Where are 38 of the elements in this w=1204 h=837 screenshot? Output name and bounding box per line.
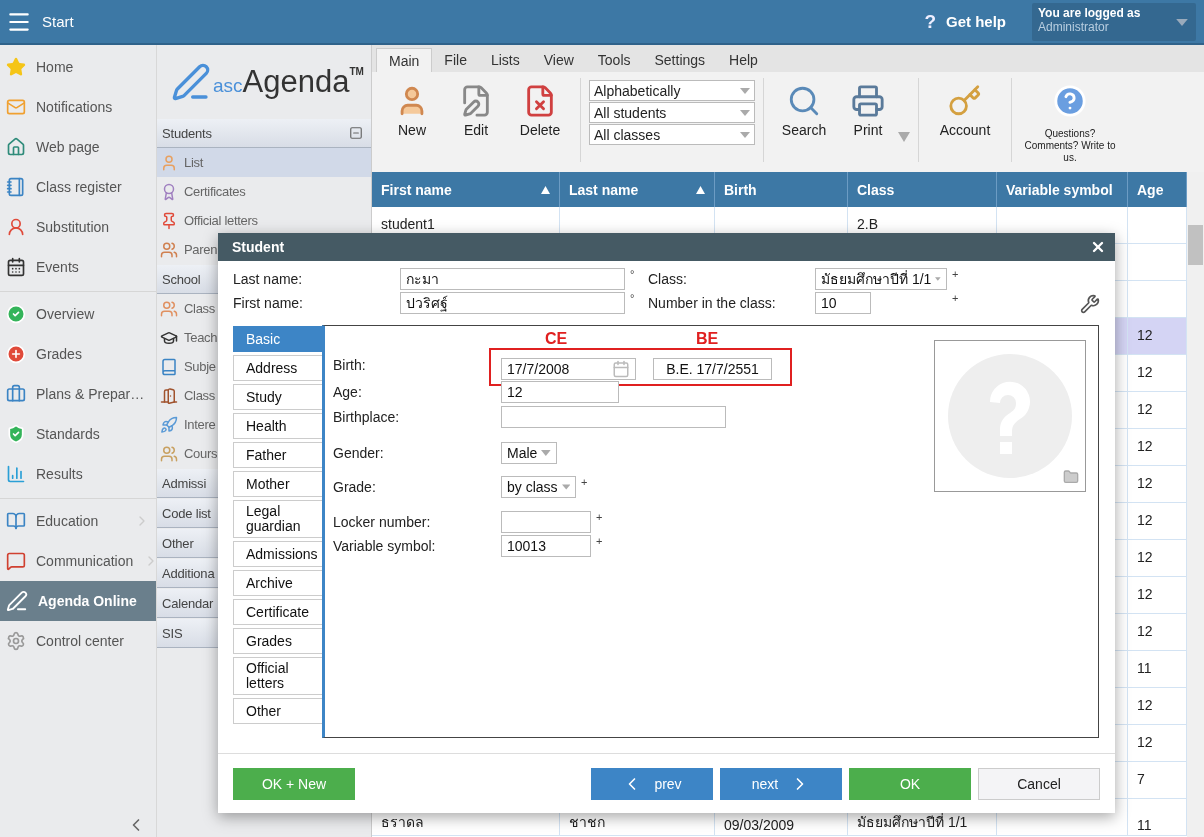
table-cell: 7 [1128,762,1187,799]
field-label: Birth: [333,356,367,373]
table-cell: 12 [1128,725,1187,762]
field-label: Locker number: [333,514,432,530]
table-cell: 12 [1128,355,1187,392]
dialog-title: Student [232,239,285,255]
field-marker: + [596,511,603,523]
table-cell: 12 [1128,429,1187,466]
table-cell: 12 [1128,614,1187,651]
table-cell: 12 [1128,466,1187,503]
field-marker: ° [630,268,636,280]
field-label: Grade: [333,479,377,495]
field-label: Age: [333,384,363,400]
table-cell: 12 [1128,688,1187,725]
table-cell: 12 [1128,540,1187,577]
table-cell: 11 [1128,651,1187,688]
field-label: Birthplace: [333,409,401,425]
field-label: Class: [648,271,688,287]
table-cell: 12 [1128,577,1187,614]
app-title: Start [42,13,74,30]
table-cell: 12 [1128,392,1187,429]
field-marker: + [596,535,603,547]
field-marker: ° [630,292,636,304]
field-label: Variable symbol: [333,538,437,554]
field-label: Gender: [333,445,385,461]
annotation-label: BE [696,330,720,348]
field-label: First name: [233,295,304,311]
field-label: Last name: [233,271,304,287]
user-caption: You are logged as [1038,5,1141,20]
field-label: Number in the class: [648,295,777,311]
user-name: Administrator [1038,19,1109,34]
field-marker: + [952,292,959,304]
annotation-label: CE [545,330,569,348]
field-marker: + [952,268,959,280]
table-cell: 11 [1128,799,1187,836]
table-cell: 12 [1128,318,1187,355]
field-marker: + [581,476,588,488]
table-cell: 12 [1128,503,1187,540]
